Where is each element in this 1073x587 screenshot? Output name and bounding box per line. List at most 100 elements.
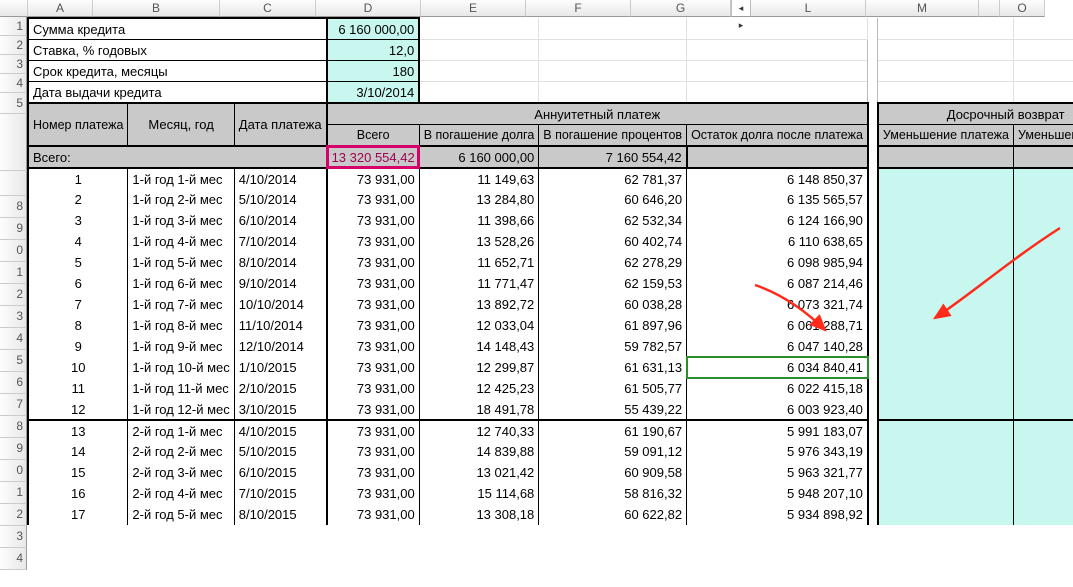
cell-interest[interactable]: 60 402,74	[539, 231, 687, 252]
col-header-b[interactable]: B	[93, 0, 220, 17]
cell-date[interactable]: 7/10/2014	[234, 231, 326, 252]
cell[interactable]	[878, 18, 1014, 40]
cell-principal[interactable]: 12 299,87	[419, 357, 539, 378]
head-annuity[interactable]: Аннуитетный платеж	[327, 103, 868, 125]
row-header[interactable]: 5	[0, 93, 27, 114]
column-headers[interactable]: A B C D E F G ◂ ▸ L M O	[0, 0, 1073, 17]
cell-total[interactable]: 73 931,00	[327, 441, 420, 462]
cell-date[interactable]: 3/10/2015	[234, 399, 326, 420]
cell-principal[interactable]: 13 284,80	[419, 189, 539, 210]
cell-num[interactable]: 5	[28, 252, 128, 273]
cell-num[interactable]: 7	[28, 294, 128, 315]
head-balance[interactable]: Остаток долга после платежа	[687, 125, 868, 147]
cell-num[interactable]: 16	[28, 483, 128, 504]
cell-num[interactable]: 14	[28, 441, 128, 462]
cell-interest[interactable]: 61 505,77	[539, 378, 687, 399]
col-header-g[interactable]: G	[631, 0, 731, 17]
cell-reduce-pay[interactable]	[878, 357, 1014, 378]
cell-balance[interactable]: 6 073 321,74	[687, 294, 868, 315]
cell-num[interactable]: 10	[28, 357, 128, 378]
total-m[interactable]	[1014, 146, 1073, 168]
cell-reduce-term[interactable]	[1014, 294, 1073, 315]
cell-interest[interactable]: 61 190,67	[539, 420, 687, 441]
param-label[interactable]: Срок кредита, месяцы	[28, 61, 327, 82]
cell-reduce-term[interactable]	[1014, 420, 1073, 441]
cell-interest[interactable]: 60 038,28	[539, 294, 687, 315]
row-header[interactable]: 4	[0, 74, 27, 93]
cell-balance[interactable]: 6 098 985,94	[687, 252, 868, 273]
cell-total[interactable]: 73 931,00	[327, 336, 420, 357]
head-interest[interactable]: В погашение процентов	[539, 125, 687, 147]
row-header[interactable]: 4	[0, 548, 27, 570]
cell-reduce-pay[interactable]	[878, 231, 1014, 252]
cell-date[interactable]: 10/10/2014	[234, 294, 326, 315]
col-header-d[interactable]: D	[316, 0, 421, 17]
cell-reduce-term[interactable]	[1014, 315, 1073, 336]
cell-num[interactable]: 6	[28, 273, 128, 294]
cell-reduce-pay[interactable]	[878, 189, 1014, 210]
head-early[interactable]: Досрочный возврат	[878, 103, 1073, 125]
cell-principal[interactable]: 18 491,78	[419, 399, 539, 420]
cell-reduce-pay[interactable]	[878, 294, 1014, 315]
cell-reduce-term[interactable]	[1014, 441, 1073, 462]
cell-num[interactable]: 8	[28, 315, 128, 336]
col-header-l[interactable]: L	[751, 0, 866, 17]
cell-date[interactable]: 4/10/2014	[234, 168, 326, 189]
cell-reduce-pay[interactable]	[878, 315, 1014, 336]
total-label[interactable]: Всего:	[28, 146, 327, 168]
cell-reduce-pay[interactable]	[878, 504, 1014, 525]
row-header[interactable]: 4	[0, 328, 27, 350]
total-g[interactable]	[687, 146, 868, 168]
cell-interest[interactable]: 62 781,37	[539, 168, 687, 189]
row-headers[interactable]: 1234589012345678901234	[0, 17, 27, 570]
col-header-e[interactable]: E	[421, 0, 526, 17]
cell-num[interactable]: 1	[28, 168, 128, 189]
row-header[interactable]: 6	[0, 372, 27, 394]
cell-reduce-term[interactable]	[1014, 504, 1073, 525]
total-d[interactable]: 13 320 554,42	[327, 146, 420, 168]
cell-date[interactable]: 5/10/2015	[234, 441, 326, 462]
cell-month[interactable]: 1-й год 3-й мес	[128, 210, 234, 231]
cell-total[interactable]: 73 931,00	[327, 357, 420, 378]
cell-interest[interactable]: 60 622,82	[539, 504, 687, 525]
cell-num[interactable]: 17	[28, 504, 128, 525]
cell[interactable]	[419, 18, 539, 40]
cell-balance[interactable]: 6 061 288,71	[687, 315, 868, 336]
cell-interest[interactable]: 58 816,32	[539, 483, 687, 504]
cell-balance[interactable]: 6 124 166,90	[687, 210, 868, 231]
cell-total[interactable]: 73 931,00	[327, 231, 420, 252]
cell-reduce-pay[interactable]	[878, 273, 1014, 294]
cell-total[interactable]: 73 931,00	[327, 189, 420, 210]
head-total[interactable]: Всего	[327, 125, 420, 147]
cell-principal[interactable]: 12 425,23	[419, 378, 539, 399]
cell-total[interactable]: 73 931,00	[327, 504, 420, 525]
cell-month[interactable]: 2-й год 2-й мес	[128, 441, 234, 462]
cell-total[interactable]: 73 931,00	[327, 420, 420, 441]
cell-num[interactable]: 2	[28, 189, 128, 210]
cell-total[interactable]: 73 931,00	[327, 168, 420, 189]
cell-reduce-term[interactable]	[1014, 252, 1073, 273]
row-header[interactable]	[0, 171, 27, 196]
cell-principal[interactable]: 13 021,42	[419, 462, 539, 483]
row-header[interactable]: 1	[0, 482, 27, 504]
cell-reduce-term[interactable]	[1014, 357, 1073, 378]
row-header[interactable]: 8	[0, 416, 27, 438]
column-group-toggle[interactable]: ◂ ▸	[731, 0, 751, 17]
param-value-date[interactable]: 3/10/2014	[327, 82, 420, 104]
cell-balance[interactable]: 6 135 565,57	[687, 189, 868, 210]
cell-month[interactable]: 1-й год 8-й мес	[128, 315, 234, 336]
cell-principal[interactable]: 14 839,88	[419, 441, 539, 462]
cell-reduce-pay[interactable]	[878, 441, 1014, 462]
cell-num[interactable]: 13	[28, 420, 128, 441]
cell-reduce-pay[interactable]	[878, 252, 1014, 273]
cell-month[interactable]: 1-й год 9-й мес	[128, 336, 234, 357]
cell-num[interactable]: 15	[28, 462, 128, 483]
cell-date[interactable]: 11/10/2014	[234, 315, 326, 336]
cell-interest[interactable]: 60 909,58	[539, 462, 687, 483]
cell-balance[interactable]: 6 003 923,40	[687, 399, 868, 420]
cell-reduce-term[interactable]	[1014, 168, 1073, 189]
cell-date[interactable]: 1/10/2015	[234, 357, 326, 378]
cell-balance[interactable]: 6 110 638,65	[687, 231, 868, 252]
cell-date[interactable]: 6/10/2015	[234, 462, 326, 483]
cell-interest[interactable]: 61 631,13	[539, 357, 687, 378]
